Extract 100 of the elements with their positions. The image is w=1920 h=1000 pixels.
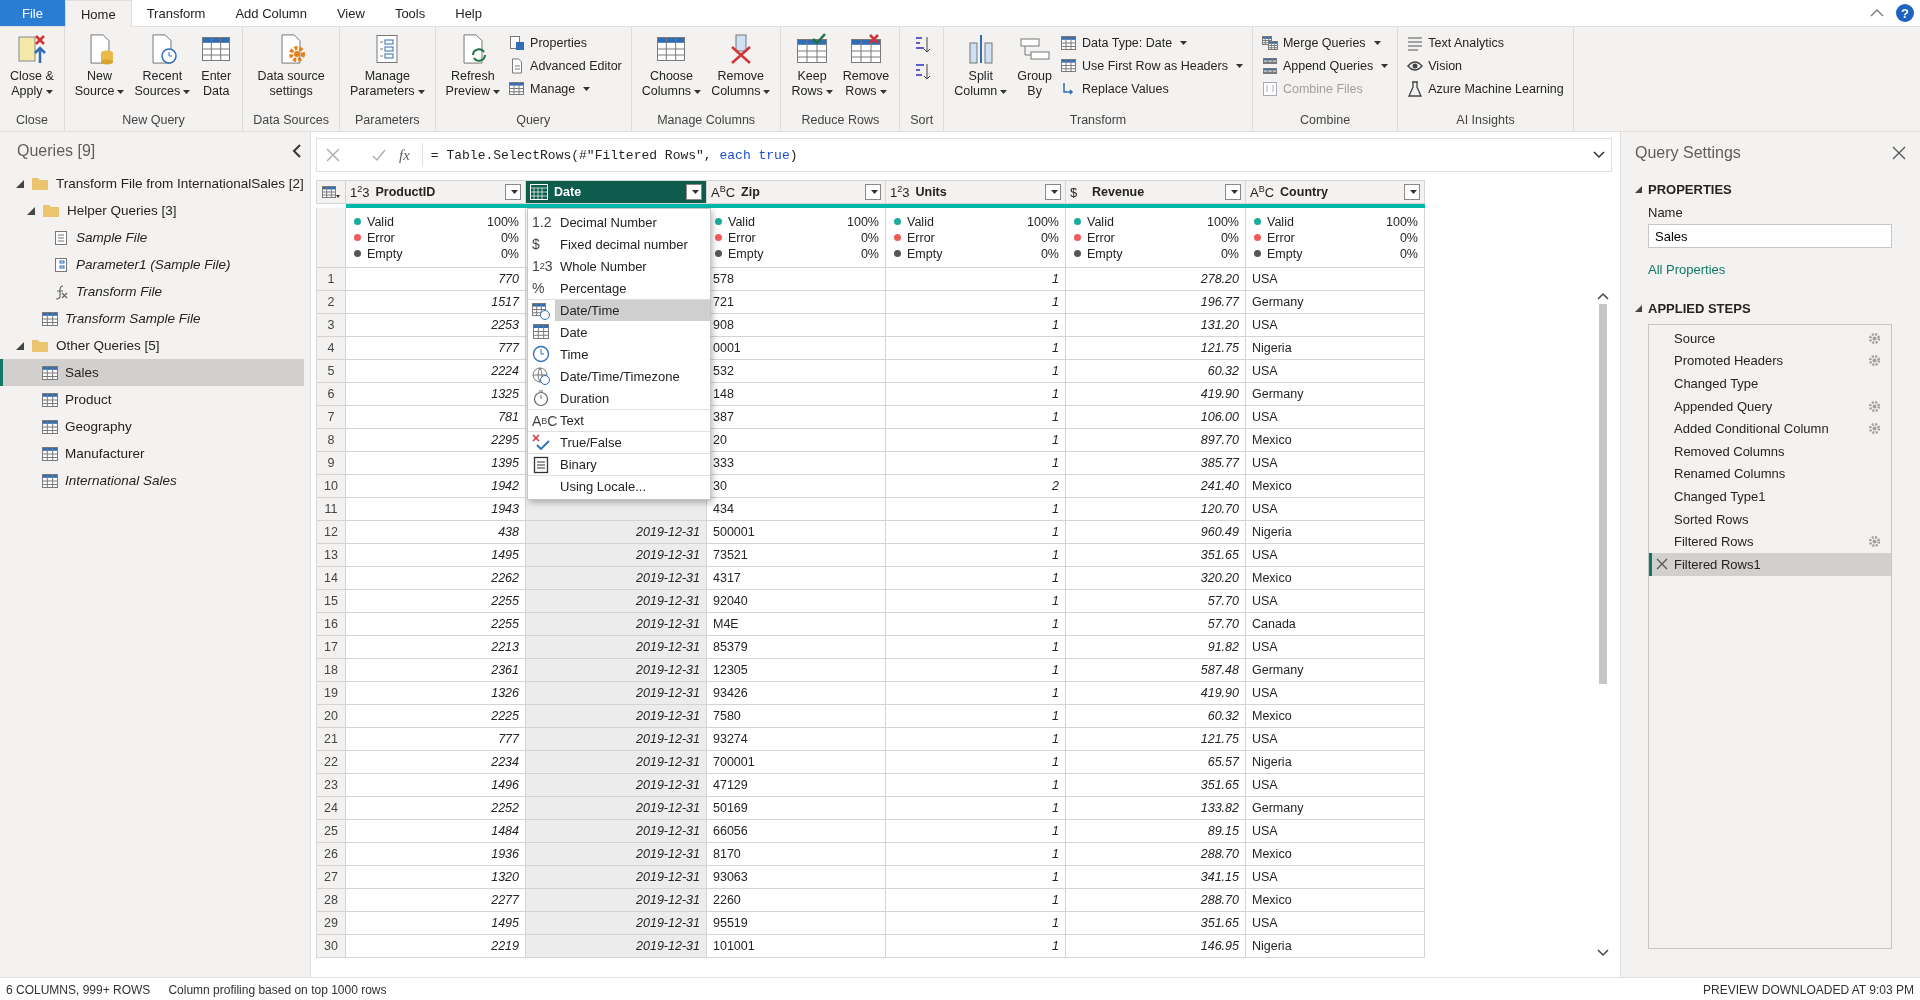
ribbon-button[interactable]: Data Type: Date <box>1058 33 1246 53</box>
applied-step[interactable]: Appended Query <box>1649 394 1891 418</box>
applied-step[interactable]: Added Conditional Column <box>1649 417 1891 440</box>
menu-item[interactable]: Date/Time/Timezone <box>528 365 710 387</box>
ribbon-button[interactable]: Choose Columns <box>637 31 706 101</box>
menu-item[interactable]: $ Fixed decimal number <box>528 233 710 255</box>
caret-icon <box>825 89 833 94</box>
ribbon-tab[interactable]: Add Column <box>220 0 322 26</box>
applied-step[interactable]: Filtered Rows <box>1649 530 1891 553</box>
menu-item[interactable]: 1$^{2}$3 Whole Number <box>528 255 710 277</box>
ribbon-button[interactable]: Recent Sources <box>130 31 195 101</box>
column-header[interactable]: Date <box>526 180 707 204</box>
ribbon-button[interactable]: Close & Apply <box>6 31 58 101</box>
query-item[interactable]: International Sales <box>0 467 304 494</box>
applied-step[interactable]: Sorted Rows <box>1649 507 1891 531</box>
filter-dropdown-button[interactable] <box>865 184 881 200</box>
ribbon-button[interactable]: Remove Rows <box>838 31 894 101</box>
menu-item[interactable]: Duration <box>528 387 710 409</box>
ribbon-button[interactable]: Refresh Preview <box>441 31 505 101</box>
table-cell: 121.75 <box>1066 728 1246 751</box>
ribbon-tab[interactable]: View <box>321 0 380 26</box>
ribbon-button[interactable]: Remove Columns <box>707 31 775 101</box>
ribbon-button[interactable]: Keep Rows <box>787 31 837 101</box>
ribbon-button[interactable]: Merge Queries <box>1258 33 1392 53</box>
query-item[interactable]: Helper Queries [3] <box>0 197 304 224</box>
help-button[interactable]: ? <box>1896 4 1914 22</box>
query-item[interactable]: Transform Sample File <box>0 305 304 332</box>
filter-dropdown-button[interactable] <box>686 184 702 200</box>
applied-step[interactable]: Source <box>1649 327 1891 350</box>
column-header[interactable]: 1$^{2}$3 Units <box>886 180 1066 204</box>
query-item[interactable]: Product <box>0 386 304 413</box>
table-cell: 1 <box>886 544 1066 567</box>
table-cell: 60.32 <box>1066 705 1246 728</box>
filter-dropdown-button[interactable] <box>1404 184 1420 200</box>
query-item[interactable]: Transform File from InternationalSales [2] <box>0 170 304 197</box>
ribbon-button[interactable]: Enter Data <box>196 31 237 101</box>
query-item[interactable]: Geography <box>0 413 304 440</box>
menu-item[interactable]: Using Locale... <box>528 475 710 497</box>
query-item[interactable]: Sample File <box>0 224 304 251</box>
ribbon-button[interactable]: Use First Row as Headers <box>1058 56 1246 76</box>
column-header[interactable]: 1$^{2}$3 ProductID <box>346 180 526 204</box>
menu-item[interactable]: Binary <box>528 453 710 475</box>
file-tab[interactable]: File <box>0 0 65 26</box>
ribbon-button[interactable]: Azure Machine Learning <box>1404 79 1567 99</box>
ribbon-button[interactable]: Vision <box>1404 56 1567 76</box>
ribbon-tab[interactable]: Home <box>64 0 132 27</box>
ribbon-button[interactable]: Manage Parameters <box>346 31 429 101</box>
scrollbar-thumb[interactable] <box>1599 304 1607 684</box>
type-glyph[interactable]: $ <box>1070 184 1086 200</box>
type-glyph[interactable]: A$^{B}$C <box>1250 183 1275 201</box>
applied-step[interactable]: Changed Type <box>1649 372 1891 395</box>
all-properties-link[interactable]: All Properties <box>1648 262 1726 277</box>
ribbon-button[interactable]: Data source settings <box>253 31 329 101</box>
ribbon-button[interactable]: Append Queries <box>1258 56 1392 76</box>
close-button[interactable] <box>1890 144 1908 162</box>
filter-dropdown-button[interactable] <box>505 184 521 200</box>
type-glyph[interactable]: A$^{B}$C <box>711 183 736 201</box>
menu-item[interactable]: Date/Time <box>528 299 710 321</box>
name-field[interactable]: Sales <box>1648 224 1892 248</box>
ribbon-button[interactable]: Manage <box>506 79 625 99</box>
menu-item[interactable]: 1.2 Decimal Number <box>528 211 710 233</box>
menu-item[interactable]: Date <box>528 321 710 343</box>
ribbon-button[interactable]: Replace Values <box>1058 79 1246 99</box>
ribbon-tab[interactable]: Transform <box>131 0 221 26</box>
menu-item[interactable]: A$^{B}$C Text <box>528 409 710 431</box>
type-glyph[interactable]: 1$^{2}$3 <box>350 183 370 201</box>
insert-function-button[interactable]: fx <box>395 146 414 164</box>
applied-step[interactable]: Promoted Headers <box>1649 349 1891 373</box>
formula-field[interactable]: = Table.SelectRows(#"Filtered Rows", each true) <box>421 143 1585 167</box>
group-label: Parameters <box>354 113 421 129</box>
column-header[interactable]: A$^{B}$C Country <box>1246 180 1425 204</box>
ribbon-button[interactable]: Properties <box>506 33 625 53</box>
applied-step[interactable]: Filtered Rows1 <box>1649 552 1891 576</box>
ribbon-tab[interactable]: Help <box>440 0 497 26</box>
query-item[interactable]: Manufacturer <box>0 440 304 467</box>
table-cell: 1 <box>886 797 1066 820</box>
menu-item[interactable]: Time <box>528 343 710 365</box>
ribbon-button[interactable]: Split Column <box>950 31 1012 101</box>
filter-dropdown-button[interactable] <box>1225 184 1241 200</box>
ribbon-tab[interactable]: Tools <box>379 0 441 26</box>
applied-step[interactable]: Renamed Columns <box>1649 462 1891 486</box>
table-cell: 4317 <box>707 567 886 590</box>
ribbon-button[interactable]: New Source <box>70 31 129 101</box>
menu-item[interactable]: True/False <box>528 431 710 453</box>
applied-step[interactable]: Removed Columns <box>1649 439 1891 463</box>
type-glyph[interactable]: 1$^{2}$3 <box>890 183 910 201</box>
column-header[interactable]: $ Revenue <box>1066 180 1246 204</box>
table-cell: 1 <box>886 498 1066 521</box>
ribbon-button[interactable]: Text Analytics <box>1404 33 1567 53</box>
ribbon-button[interactable]: Advanced Editor <box>506 56 625 76</box>
ribbon-button[interactable]: Group By <box>1013 31 1057 101</box>
query-item[interactable]: Sales <box>0 359 304 386</box>
table-menu-button[interactable] <box>316 180 346 204</box>
query-item[interactable]: Transform File <box>0 278 304 305</box>
applied-step[interactable]: Changed Type1 <box>1649 485 1891 508</box>
menu-item[interactable]: % Percentage <box>528 277 710 299</box>
query-item[interactable]: Other Queries [5] <box>0 332 304 359</box>
query-item[interactable]: Parameter1 (Sample File) <box>0 251 304 278</box>
filter-dropdown-button[interactable] <box>1045 184 1061 200</box>
column-header[interactable]: A$^{B}$C Zip <box>707 180 886 204</box>
